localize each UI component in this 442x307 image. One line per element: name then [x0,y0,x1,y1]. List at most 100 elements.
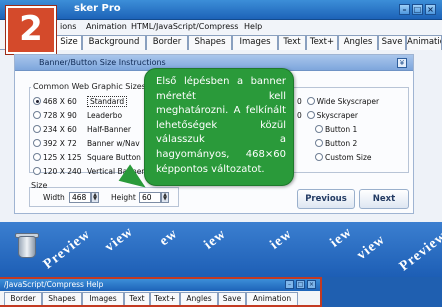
second-window-menu[interactable]: /JavaScript/Compress Help [4,280,103,289]
option-name: Wide Skyscraper [316,97,380,106]
radio-icon[interactable] [315,139,323,147]
second-window: /JavaScript/Compress Help – □ × Border S… [0,277,322,307]
tab-shapes[interactable]: Shapes [188,35,232,50]
tab-size[interactable]: Size [56,35,82,50]
option-name: Button 2 [325,139,358,148]
menu-item-html[interactable]: HTML/JavaScript/Compress [131,22,238,31]
preview-watermark: iew [201,226,230,253]
tab-bar: Size Background Border Shapes Images Tex… [0,34,442,50]
title-bar: sker Pro – □ × [0,0,442,20]
size-option-custom[interactable]: Custom Size [315,153,372,162]
callout-text: Első lépésben a banner méretét kell megh… [156,76,286,175]
tab-background[interactable]: Background [82,35,146,50]
window-title: sker Pro [74,3,121,14]
maximize-icon[interactable]: □ [296,280,305,289]
panel-header-label: Banner/Button Size Instructions [39,58,166,67]
minimize-icon[interactable]: – [285,280,294,289]
tab-text-plus[interactable]: Text+ [306,35,338,50]
step-number-badge: 2 [6,6,56,54]
tab-animation[interactable]: Animation [246,292,298,305]
preview-watermark: ew [157,226,181,250]
menu-item-help[interactable]: Help [244,22,262,31]
menu-item-animation[interactable]: Animation [86,22,127,31]
option-name: Skyscraper [316,111,359,120]
menu-bar: ions Animation HTML/JavaScript/Compress … [0,20,442,34]
option-name: Leaderbo [87,111,123,120]
tab-images[interactable]: Images [82,292,124,305]
trash-icon[interactable] [18,236,36,258]
close-icon[interactable]: × [307,280,316,289]
radio-icon[interactable] [306,97,315,105]
option-size: 125 X 125 [43,153,82,162]
option-name: Square Button [87,153,141,162]
collapse-icon[interactable]: ¥ [397,58,407,68]
size-option-wide-skyscraper[interactable]: 0 Wide Skyscraper [297,97,379,106]
size-option-468x60[interactable]: 468 X 60 [33,97,77,106]
second-window-titlebar: /JavaScript/Compress Help – □ × [0,279,320,291]
maximize-icon[interactable]: □ [412,4,423,15]
height-input[interactable]: 60 [139,192,161,203]
option-size: 120 X 240 [43,167,82,176]
close-icon[interactable]: × [425,4,436,15]
minimize-icon[interactable]: – [399,4,410,15]
preview-area: Preview view ew iew iew iew view Preview [0,222,442,277]
radio-icon[interactable] [315,125,323,133]
sizes-group-label: Common Web Graphic Sizes [31,82,148,91]
preview-watermark: view [354,232,389,264]
preview-watermark: iew [327,224,356,251]
size-option-234x60[interactable]: 234 X 60 [33,125,77,134]
option-size: 728 X 90 [43,111,77,120]
radio-icon[interactable] [306,111,315,119]
tab-border[interactable]: Border [146,35,188,50]
radio-icon[interactable] [33,153,41,161]
size-option-skyscraper[interactable]: 0 Skyscraper [297,111,358,120]
width-spinner-icon[interactable]: ▲ ▼ [91,192,99,203]
second-window-tabs: Border Shapes Images Text Text+ Angles S… [0,291,320,305]
radio-icon[interactable] [33,139,41,147]
previous-button[interactable]: Previous [297,189,355,209]
option-size: 234 X 60 [43,125,77,134]
option-size: 0 [297,111,302,120]
radio-icon[interactable] [33,111,41,119]
option-name: Standard [87,96,128,107]
tab-shapes[interactable]: Shapes [42,292,82,305]
radio-icon[interactable] [33,167,41,175]
size-option-728x90[interactable]: 728 X 90 [33,111,77,120]
width-label: Width [43,193,65,202]
tab-animation[interactable]: Animation [406,35,442,50]
radio-icon[interactable] [315,153,323,161]
radio-icon[interactable] [33,97,41,105]
option-size: 468 X 60 [43,97,77,106]
height-label: Height [111,193,136,202]
option-name: Half-Banner [87,125,131,134]
tab-save[interactable]: Save [378,35,406,50]
tab-save[interactable]: Save [218,292,246,305]
next-button[interactable]: Next [359,189,409,209]
option-size: 392 X 72 [43,139,77,148]
width-input[interactable]: 468 [69,192,91,203]
option-name: Button 1 [325,125,358,134]
tab-angles[interactable]: Angles [180,292,218,305]
size-option-button-2[interactable]: Button 2 [315,139,357,148]
preview-watermark: iew [267,226,296,253]
tab-angles[interactable]: Angles [338,35,378,50]
tab-images[interactable]: Images [232,35,278,50]
size-option-button-1[interactable]: Button 1 [315,125,357,134]
size-option-125x125[interactable]: 125 X 125 [33,153,82,162]
preview-watermark: Preview [396,228,442,275]
second-window-controls: – □ × [285,280,316,289]
option-name: Banner w/Nav [87,139,140,148]
menu-item-options[interactable]: ions [60,22,76,31]
height-spinner-icon[interactable]: ▲ ▼ [161,192,169,203]
tab-text[interactable]: Text [124,292,150,305]
option-size: 0 [297,97,302,106]
size-option-120x240[interactable]: 120 X 240 [33,167,82,176]
option-name: Custom Size [325,153,372,162]
radio-icon[interactable] [33,125,41,133]
size-option-392x72[interactable]: 392 X 72 [33,139,77,148]
tab-text[interactable]: Text [278,35,306,50]
preview-watermark: view [102,224,137,256]
tab-border[interactable]: Border [4,292,42,305]
size-group-label: Size [31,181,48,190]
tab-text-plus[interactable]: Text+ [150,292,180,305]
